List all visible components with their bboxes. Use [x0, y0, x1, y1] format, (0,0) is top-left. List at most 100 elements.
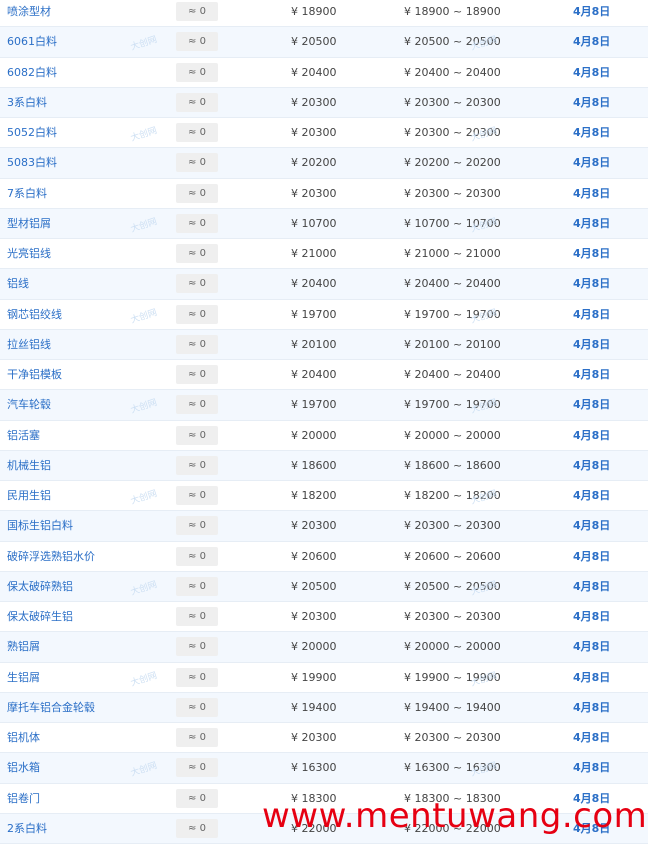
material-name-link[interactable]: 5052白料 — [7, 118, 57, 147]
material-name-link[interactable]: 6061白料 — [7, 27, 57, 56]
faint-watermark: 大创网 — [129, 670, 159, 689]
average-price: ¥ 20400 — [291, 277, 337, 291]
faint-watermark: 大创网 — [129, 307, 159, 326]
average-price: ¥ 18200 — [291, 489, 337, 502]
price-range: ¥ 20100 ~ 20100 — [404, 337, 501, 351]
material-name-link[interactable]: 民用生铝 — [7, 481, 51, 510]
quote-date: 4月8日 — [573, 428, 611, 442]
price-range: ¥ 18900 ~ 18900 — [404, 5, 501, 18]
material-name-link[interactable]: 型材铝屑 — [7, 209, 51, 238]
table-row: 铝机体 ≈ 0 ¥ 20300 ¥ 20300 ~ 20300 4月8日 — [0, 723, 648, 754]
material-name-link[interactable]: 喷涂型材 — [7, 0, 51, 26]
material-name-link[interactable]: 光亮铝线 — [7, 239, 51, 268]
material-name-link[interactable]: 铝卷门 — [7, 784, 40, 813]
material-name-link[interactable]: 6082白料 — [7, 58, 57, 87]
table-row: 拉丝铝线 ≈ 0 ¥ 20100 ¥ 20100 ~ 20100 4月8日 — [0, 329, 648, 360]
change-badge: ≈ 0 — [176, 213, 218, 233]
table-row: 汽车轮毂 ≈ 0 ¥ 19700 ¥ 19700 ~ 19700 4月8日 大创网 大创网 — [0, 390, 648, 421]
quote-date: 4月8日 — [573, 156, 611, 170]
change-badge: ≈ 0 — [176, 637, 218, 657]
material-name-link[interactable]: 熟铝屑 — [7, 632, 40, 661]
average-price: ¥ 20000 — [291, 428, 337, 442]
average-price: ¥ 20300 — [291, 610, 337, 623]
material-name-link[interactable]: 干净铝模板 — [7, 360, 62, 389]
material-name-link[interactable]: 保太破碎熟铝 — [7, 572, 73, 601]
change-badge: ≈ 0 — [176, 728, 218, 747]
quote-date: 4月8日 — [573, 610, 611, 623]
quote-date: 4月8日 — [573, 337, 611, 351]
price-range: ¥ 20000 ~ 20000 — [404, 640, 501, 654]
material-name-link[interactable]: 3系白料 — [7, 88, 47, 117]
price-range: ¥ 20300 ~ 20300 — [404, 519, 501, 533]
quote-date: 4月8日 — [573, 368, 611, 381]
price-range: ¥ 21000 ~ 21000 — [404, 247, 501, 260]
price-range: ¥ 20300 ~ 20300 — [404, 610, 501, 623]
change-badge: ≈ 0 — [176, 365, 218, 384]
change-badge: ≈ 0 — [176, 62, 218, 82]
quote-date: 4月8日 — [573, 5, 611, 18]
change-badge: ≈ 0 — [176, 153, 218, 173]
table-row: 型材铝屑 ≈ 0 ¥ 10700 ¥ 10700 ~ 10700 4月8日 大创网 大创网 — [0, 208, 648, 239]
faint-watermark: 大创网 — [129, 398, 159, 417]
material-name-link[interactable]: 铝机体 — [7, 723, 40, 752]
average-price: ¥ 20300 — [291, 186, 337, 200]
table-row: 保太破碎生铝 ≈ 0 ¥ 20300 ¥ 20300 ~ 20300 4月8日 — [0, 602, 648, 633]
average-price: ¥ 20300 — [291, 731, 337, 744]
quote-date: 4月8日 — [573, 489, 611, 502]
average-price: ¥ 20400 — [291, 368, 337, 381]
material-name-link[interactable]: 国标生铝白料 — [7, 511, 73, 540]
table-row: 5083白料 ≈ 0 ¥ 20200 ¥ 20200 ~ 20200 4月8日 — [0, 148, 648, 179]
price-range: ¥ 20300 ~ 20300 — [404, 186, 501, 200]
price-range: ¥ 20200 ~ 20200 — [404, 156, 501, 170]
quote-date: 4月8日 — [573, 761, 611, 775]
table-row: 3系白料 ≈ 0 ¥ 20300 ¥ 20300 ~ 20300 4月8日 — [0, 87, 648, 118]
quote-date: 4月8日 — [573, 35, 611, 49]
faint-watermark: 大创网 — [129, 488, 159, 507]
table-row: 光亮铝线 ≈ 0 ¥ 21000 ¥ 21000 ~ 21000 4月8日 — [0, 239, 648, 270]
material-name-link[interactable]: 铝活塞 — [7, 421, 40, 450]
quote-date: 4月8日 — [573, 549, 611, 563]
price-range: ¥ 20400 ~ 20400 — [404, 277, 501, 291]
quote-date: 4月8日 — [573, 670, 611, 684]
quote-date: 4月8日 — [573, 398, 611, 412]
material-name-link[interactable]: 汽车轮毂 — [7, 390, 51, 419]
average-price: ¥ 20300 — [291, 95, 337, 109]
quote-date: 4月8日 — [573, 731, 611, 744]
table-row: 6061白料 ≈ 0 ¥ 20500 ¥ 20500 ~ 20500 4月8日 大创网 大创… — [0, 27, 648, 58]
quote-date: 4月8日 — [573, 186, 611, 200]
change-badge: ≈ 0 — [176, 274, 218, 294]
material-name-link[interactable]: 5083白料 — [7, 148, 57, 177]
table-row: 破碎浮选熟铝水价 ≈ 0 ¥ 20600 ¥ 20600 ~ 20600 4月8日 — [0, 542, 648, 572]
change-badge: ≈ 0 — [176, 425, 218, 445]
table-row: 熟铝屑 ≈ 0 ¥ 20000 ¥ 20000 ~ 20000 4月8日 — [0, 632, 648, 663]
material-name-link[interactable]: 铝水箱 — [7, 753, 40, 782]
material-name-link[interactable]: 钢芯铝绞线 — [7, 300, 62, 329]
table-row: 喷涂型材 ≈ 0 ¥ 18900 ¥ 18900 ~ 18900 4月8日 — [0, 0, 648, 28]
material-name-link[interactable]: 7系白料 — [7, 179, 47, 208]
material-name-link[interactable]: 摩托车铝合金轮毂 — [7, 693, 95, 722]
change-badge: ≈ 0 — [176, 697, 218, 717]
average-price: ¥ 18600 — [291, 458, 337, 472]
quote-date: 4月8日 — [573, 458, 611, 472]
material-name-link[interactable]: 铝线 — [7, 269, 29, 298]
material-name-link[interactable]: 保太破碎生铝 — [7, 602, 73, 631]
table-row: 机械生铝 ≈ 0 ¥ 18600 ¥ 18600 ~ 18600 4月8日 — [0, 450, 648, 481]
material-name-link[interactable]: 破碎浮选熟铝水价 — [7, 542, 95, 571]
material-name-link[interactable]: 生铝屑 — [7, 663, 40, 692]
faint-watermark: 大创网 — [129, 35, 159, 54]
material-name-link[interactable]: 拉丝铝线 — [7, 330, 51, 359]
change-badge: ≈ 0 — [176, 667, 218, 687]
quote-date: 4月8日 — [573, 95, 611, 109]
site-watermark: www.mentuwang.com — [262, 796, 648, 836]
table-row: 铝线 ≈ 0 ¥ 20400 ¥ 20400 ~ 20400 4月8日 — [0, 269, 648, 300]
average-price: ¥ 20100 — [291, 337, 337, 351]
material-name-link[interactable]: 2系白料 — [7, 814, 47, 843]
table-row: 干净铝模板 ≈ 0 ¥ 20400 ¥ 20400 ~ 20400 4月8日 — [0, 360, 648, 391]
quote-date: 4月8日 — [573, 519, 611, 533]
average-price: ¥ 21000 — [291, 247, 337, 260]
material-name-link[interactable]: 机械生铝 — [7, 451, 51, 480]
price-range: ¥ 20400 ~ 20400 — [404, 368, 501, 381]
table-row: 6082白料 ≈ 0 ¥ 20400 ¥ 20400 ~ 20400 4月8日 — [0, 58, 648, 88]
price-range: ¥ 20300 ~ 20300 — [404, 95, 501, 109]
table-row: 钢芯铝绞线 ≈ 0 ¥ 19700 ¥ 19700 ~ 19700 4月8日 大创网 大创网 — [0, 300, 648, 330]
